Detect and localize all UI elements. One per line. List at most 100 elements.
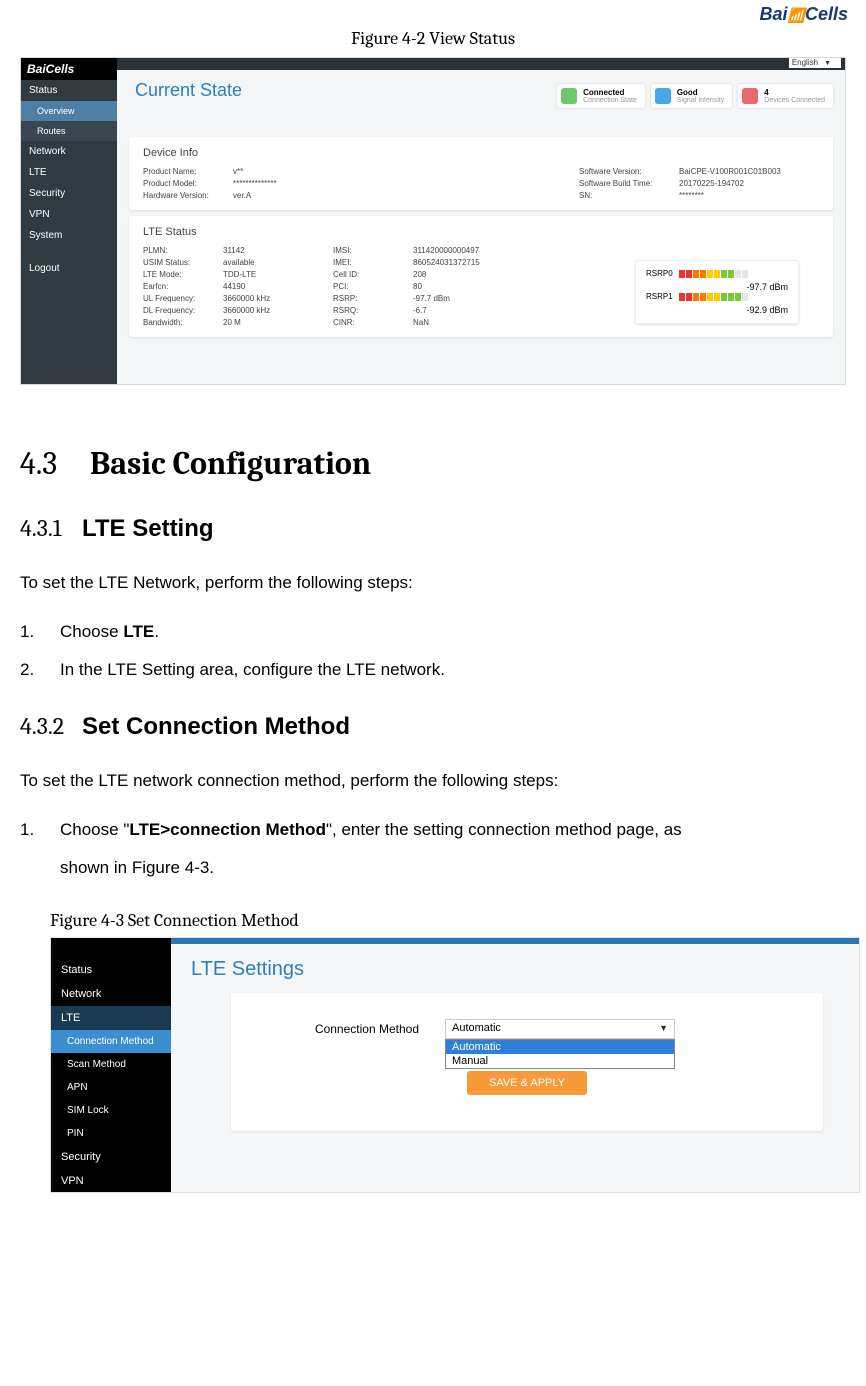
rsrp0-label: RSRP0: [646, 269, 673, 278]
ls-l: IMEI:: [333, 258, 413, 267]
ls-v: 44190: [223, 282, 333, 291]
sidebar2-item-status[interactable]: Status: [51, 958, 171, 982]
heading-4-3-1: 4.3.1LTE Setting: [20, 514, 846, 543]
ls-l: PLMN:: [143, 246, 223, 255]
figure-caption-2: Figure 4-3 Set Connection Method: [50, 910, 846, 931]
sidebar-item-lte[interactable]: LTE: [21, 162, 117, 183]
ls-v: 3660000 kHz: [223, 294, 333, 303]
ls-l: USIM Status:: [143, 258, 223, 267]
sidebar-brand: BaiCells: [21, 58, 117, 80]
ls-l: IMSI:: [333, 246, 413, 255]
ol-431: 1.Choose LTE. 2.In the LTE Setting area,…: [20, 613, 846, 688]
sidebar2-item-vpn[interactable]: VPN: [51, 1169, 171, 1192]
di-v: v**: [233, 167, 363, 176]
ls-v: TDD-LTE: [223, 270, 333, 279]
device-info-card: Device Info Product Name:v** Software Ver…: [129, 137, 833, 210]
sidebar2-item-pin[interactable]: PIN: [51, 1122, 171, 1145]
sidebar2-item-network[interactable]: Network: [51, 982, 171, 1006]
heading-4-3: 4.3Basic Configuration: [20, 445, 846, 482]
ls-l: Cell ID:: [333, 270, 413, 279]
step-subline: shown in Figure 4-3.: [60, 849, 846, 886]
sidebar-item-status[interactable]: Status: [21, 80, 117, 101]
topbar: English: [117, 58, 845, 70]
device-info-title: Device Info: [143, 147, 819, 159]
topbar-2: [171, 938, 859, 944]
di-l: Hardware Version:: [143, 191, 233, 200]
rsrp0-value: -97.7 dBm: [646, 282, 788, 292]
di-v: 20170225-194702: [679, 179, 819, 188]
figure-caption-1: Figure 4-2 View Status: [20, 28, 846, 49]
rsrp1-label: RSRP1: [646, 292, 673, 301]
save-apply-button[interactable]: SAVE & APPLY: [467, 1071, 587, 1095]
sidebar-item-overview[interactable]: Overview: [21, 101, 117, 121]
language-select[interactable]: English: [789, 57, 841, 68]
ls-v: NaN: [413, 318, 523, 327]
step-num: 1.: [20, 811, 60, 848]
ls-l: Earfcn:: [143, 282, 223, 291]
dropdown-option-manual[interactable]: Manual: [446, 1054, 674, 1068]
ls-l: Bandwidth:: [143, 318, 223, 327]
sidebar2-item-apn[interactable]: APN: [51, 1076, 171, 1099]
sidebar-item-system[interactable]: System: [21, 225, 117, 246]
pill-signal: GoodSignal Intensity: [651, 84, 732, 108]
ls-v: 208: [413, 270, 523, 279]
ls-l: PCI:: [333, 282, 413, 291]
di-v: **************: [233, 179, 363, 188]
para-431-intro: To set the LTE Network, perform the foll…: [20, 567, 846, 599]
para-432-intro: To set the LTE network connection method…: [20, 765, 846, 797]
heading-4-3-2: 4.3.2Set Connection Method: [20, 712, 846, 741]
sidebar2-item-lte[interactable]: LTE: [51, 1006, 171, 1030]
ls-l: RSRQ:: [333, 306, 413, 315]
sidebar2-item-sim-lock[interactable]: SIM Lock: [51, 1099, 171, 1122]
di-l: Product Name:: [143, 167, 233, 176]
sidebar-2: BaiCells Status Network LTE Connection M…: [51, 938, 171, 1192]
screenshot-lte-settings: BaiCells Status Network LTE Connection M…: [50, 937, 860, 1193]
connection-method-select[interactable]: Automatic: [445, 1019, 675, 1039]
connection-method-label: Connection Method: [255, 1019, 445, 1036]
signal-bars-icon: [679, 270, 748, 278]
ls-v: 3660000 kHz: [223, 306, 333, 315]
sidebar-item-routes[interactable]: Routes: [21, 121, 117, 141]
sidebar2-item-scan-method[interactable]: Scan Method: [51, 1053, 171, 1076]
sidebar-item-security[interactable]: Security: [21, 183, 117, 204]
connection-method-card: Connection Method Automatic Automatic Ma…: [231, 993, 823, 1131]
pill-connected: ConnectedConnection State: [557, 84, 645, 108]
sidebar-item-network[interactable]: Network: [21, 141, 117, 162]
ls-v: -6.7: [413, 306, 523, 315]
screenshot-view-status: BaiCells Status Overview Routes Network …: [20, 57, 846, 385]
ls-l: CINR:: [333, 318, 413, 327]
lte-status-card: LTE Status PLMN:31142IMSI:31142000000049…: [129, 216, 833, 337]
ls-l: LTE Mode:: [143, 270, 223, 279]
sidebar2-item-connection-method[interactable]: Connection Method: [51, 1030, 171, 1053]
pill-devices: 4Devices Connected: [738, 84, 833, 108]
dropdown-option-automatic[interactable]: Automatic: [446, 1040, 674, 1054]
ls-v: -97.7 dBm: [413, 294, 523, 303]
sidebar2-item-security[interactable]: Security: [51, 1145, 171, 1169]
di-l: Software Version:: [579, 167, 679, 176]
step-num: 2.: [20, 651, 60, 688]
page-title-2: LTE Settings: [191, 958, 859, 981]
signal-bars-icon: [679, 293, 748, 301]
connection-method-dropdown[interactable]: Automatic Manual: [445, 1039, 675, 1069]
step-num: 1.: [20, 613, 60, 650]
ls-v: 20 M: [223, 318, 333, 327]
ls-v: 311420000000497: [413, 246, 523, 255]
di-l: SN:: [579, 191, 679, 200]
sidebar: BaiCells Status Overview Routes Network …: [21, 58, 117, 384]
di-l: Product Model:: [143, 179, 233, 188]
rsrp-indicator: RSRP0 -97.7 dBm RSRP1 -92.9 dBm: [635, 260, 799, 324]
ol-432: 1.Choose "LTE>connection Method", enter …: [20, 811, 846, 886]
di-v: ver.A: [233, 191, 363, 200]
sidebar-item-logout[interactable]: Logout: [21, 258, 117, 279]
di-l: Software Build Time:: [579, 179, 679, 188]
ls-l: DL Frequency:: [143, 306, 223, 315]
sidebar-item-vpn[interactable]: VPN: [21, 204, 117, 225]
di-v: BaiCPE-V100R001C01B003: [679, 167, 819, 176]
doc-logo: Bai📶BaiCellsCells: [760, 4, 848, 25]
ls-l: UL Frequency:: [143, 294, 223, 303]
rsrp1-value: -92.9 dBm: [646, 305, 788, 315]
ls-l: RSRP:: [333, 294, 413, 303]
di-v: ********: [679, 191, 819, 200]
ls-v: 80: [413, 282, 523, 291]
ls-v: available: [223, 258, 333, 267]
